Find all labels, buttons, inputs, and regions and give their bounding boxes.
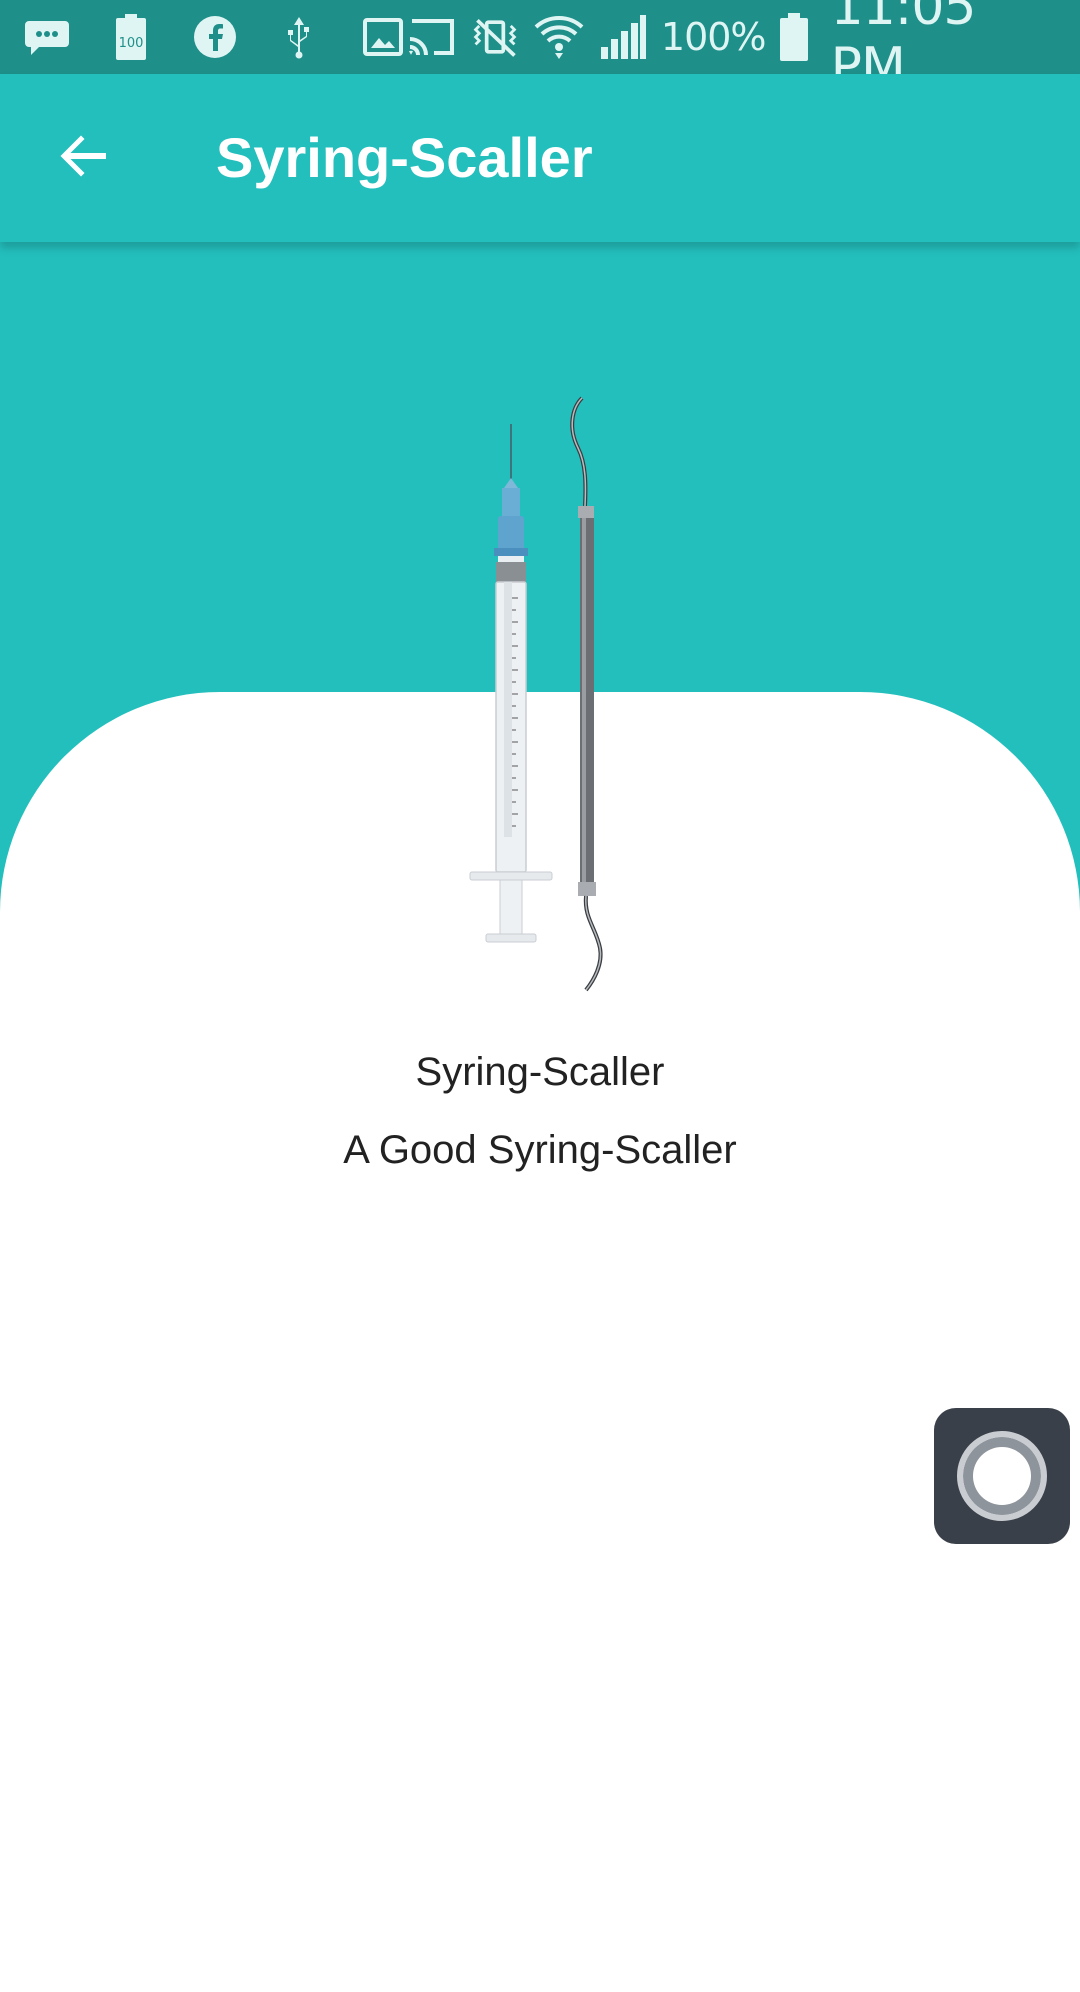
arrow-back-icon	[58, 130, 110, 187]
image-icon	[358, 15, 408, 59]
battery-icon	[780, 13, 809, 61]
syringe-illustration	[469, 424, 553, 943]
back-button[interactable]	[48, 122, 120, 194]
battery-percent-text: 100%	[660, 15, 767, 59]
signal-icon	[598, 15, 646, 59]
item-subtitle: A Good Syring-Scaller	[343, 1128, 737, 1172]
scaler-illustration	[570, 396, 603, 992]
assistive-touch-icon	[957, 1431, 1047, 1521]
message-icon	[22, 15, 72, 59]
battery-100-icon: 100	[106, 14, 156, 60]
wifi-icon	[534, 15, 584, 59]
usb-icon	[274, 15, 324, 59]
page-title: Syring-Scaller	[216, 126, 593, 189]
syringe-scaler-image	[460, 388, 620, 1008]
app-bar: Syring-Scaller	[0, 74, 1080, 242]
status-bar: 100 100% 11:05 PM	[0, 0, 1080, 97]
status-left-icons: 100	[0, 14, 408, 60]
vibrate-icon	[470, 15, 520, 59]
facebook-icon	[190, 15, 240, 59]
assistive-touch-button[interactable]	[934, 1408, 1070, 1544]
item-title: Syring-Scaller	[415, 1050, 665, 1094]
cast-icon	[408, 15, 456, 59]
battery-level-text: 100	[119, 36, 144, 51]
